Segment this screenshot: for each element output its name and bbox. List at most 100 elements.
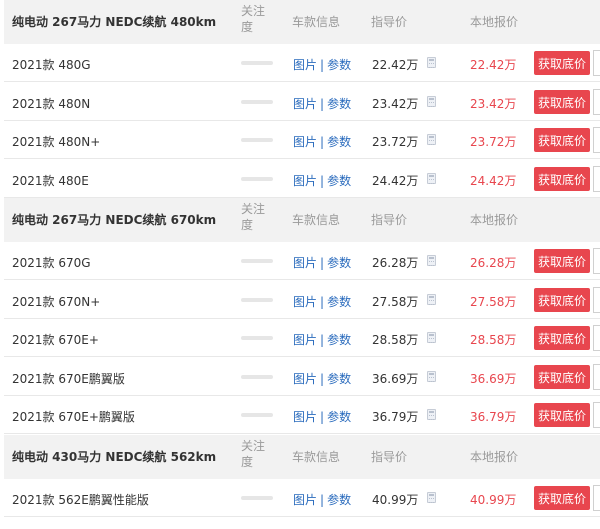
pictures-link[interactable]: 图片 [293,372,317,386]
params-link[interactable]: 参数 [327,295,351,309]
get-lowest-price-button[interactable]: 获取底价 [534,51,590,75]
pictures-link[interactable]: 图片 [293,295,317,309]
compare-checkbox[interactable] [593,485,600,511]
params-link[interactable]: 参数 [327,256,351,270]
calculator-icon[interactable] [427,173,436,184]
compare-checkbox[interactable] [593,287,600,313]
model-name: 2021款 670E鹏翼版 [12,372,125,386]
price-list: 纯电动 267马力 NEDC续航 480km 关注度 车款信息 指导价 本地报价 2021… [0,0,600,529]
group-header: 纯电动 267马力 NEDC续航 480km 关注度 车款信息 指导价 本地报价 [4,0,600,44]
link-separator: | [320,333,325,347]
model-name: 2021款 480N [12,97,91,111]
guide-price: 23.72万 [372,135,419,149]
info-links: 图片 | 参数 [293,491,351,508]
calculator-icon[interactable] [427,332,436,343]
link-separator: | [320,256,325,270]
local-price: 22.42万 [470,58,517,72]
model-name: 2021款 480G [12,58,91,72]
guide-price: 36.69万 [372,372,419,386]
params-link[interactable]: 参数 [327,333,351,347]
col-header-info: 车款信息 [292,15,341,29]
attention-bar [241,413,273,417]
pictures-link[interactable]: 图片 [293,333,317,347]
calculator-icon[interactable] [427,294,436,305]
compare-checkbox[interactable] [593,248,600,274]
table-row: 2021款 562E鹏翼性能版 图片 | 参数 40.99万 40.99万 获取底价 [4,479,600,517]
get-lowest-price-button[interactable]: 获取底价 [534,403,590,427]
col-header-guide-price: 指导价 [371,213,408,227]
pictures-link[interactable]: 图片 [293,135,317,149]
params-link[interactable]: 参数 [327,97,351,111]
guide-price: 23.42万 [372,97,419,111]
params-link[interactable]: 参数 [327,493,351,507]
compare-checkbox[interactable] [593,50,600,76]
pictures-link[interactable]: 图片 [293,174,317,188]
group-title: 纯电动 430马力 NEDC续航 562km [12,449,217,464]
compare-checkbox[interactable] [593,127,600,153]
compare-checkbox[interactable] [593,89,600,115]
link-separator: | [320,410,325,424]
info-links: 图片 | 参数 [293,408,351,425]
local-price: 27.58万 [470,295,517,309]
calculator-icon[interactable] [427,96,436,107]
calculator-icon[interactable] [427,134,436,145]
attention-bar [241,61,273,65]
col-header-local-price: 本地报价 [470,213,519,227]
get-lowest-price-button[interactable]: 获取底价 [534,167,590,191]
params-link[interactable]: 参数 [327,410,351,424]
pictures-link[interactable]: 图片 [293,493,317,507]
info-links: 图片 | 参数 [293,293,351,310]
col-header-local-price: 本地报价 [470,15,519,29]
local-price: 40.99万 [470,493,517,507]
calculator-icon[interactable] [427,57,436,68]
info-links: 图片 | 参数 [293,133,351,150]
local-price: 24.42万 [470,174,517,188]
link-separator: | [320,135,325,149]
compare-checkbox[interactable] [593,364,600,390]
local-price: 28.58万 [470,333,517,347]
get-lowest-price-button[interactable]: 获取底价 [534,249,590,273]
params-link[interactable]: 参数 [327,58,351,72]
table-row: 2021款 480G 图片 | 参数 22.42万 22.42万 获取底价 [4,44,600,82]
params-link[interactable]: 参数 [327,372,351,386]
group-title: 纯电动 267马力 NEDC续航 480km [12,15,217,29]
compare-checkbox[interactable] [593,325,600,351]
info-links: 图片 | 参数 [293,172,351,189]
params-link[interactable]: 参数 [327,135,351,149]
local-price: 23.42万 [470,97,517,111]
link-separator: | [320,295,325,309]
pictures-link[interactable]: 图片 [293,58,317,72]
guide-price: 22.42万 [372,58,419,72]
info-links: 图片 | 参数 [293,56,351,73]
get-lowest-price-button[interactable]: 获取底价 [534,128,590,152]
col-header-attention: 关注度 [241,438,266,469]
col-header-info: 车款信息 [292,213,341,227]
pictures-link[interactable]: 图片 [293,97,317,111]
pictures-link[interactable]: 图片 [293,410,317,424]
info-links: 图片 | 参数 [293,95,351,112]
calculator-icon[interactable] [427,255,436,266]
attention-bar [241,375,273,379]
attention-bar [241,100,273,104]
get-lowest-price-button[interactable]: 获取底价 [534,365,590,389]
calculator-icon[interactable] [427,409,436,420]
calculator-icon[interactable] [427,492,436,503]
compare-checkbox[interactable] [593,166,600,192]
table-row: 2021款 670G 图片 | 参数 26.28万 26.28万 获取底价 [4,242,600,280]
link-separator: | [320,174,325,188]
get-lowest-price-button[interactable]: 获取底价 [534,486,590,510]
table-row: 2021款 670E+ 图片 | 参数 28.58万 28.58万 获取底价 [4,319,600,357]
local-price: 23.72万 [470,135,517,149]
table-row: 2021款 670E鹏翼版 图片 | 参数 36.69万 36.69万 获取底价 [4,358,600,396]
get-lowest-price-button[interactable]: 获取底价 [534,288,590,312]
guide-price: 24.42万 [372,174,419,188]
params-link[interactable]: 参数 [327,174,351,188]
col-header-info: 车款信息 [292,449,341,464]
calculator-icon[interactable] [427,371,436,382]
link-separator: | [320,97,325,111]
compare-checkbox[interactable] [593,402,600,428]
pictures-link[interactable]: 图片 [293,256,317,270]
model-name: 2021款 670E+ [12,333,99,347]
get-lowest-price-button[interactable]: 获取底价 [534,326,590,350]
get-lowest-price-button[interactable]: 获取底价 [534,90,590,114]
